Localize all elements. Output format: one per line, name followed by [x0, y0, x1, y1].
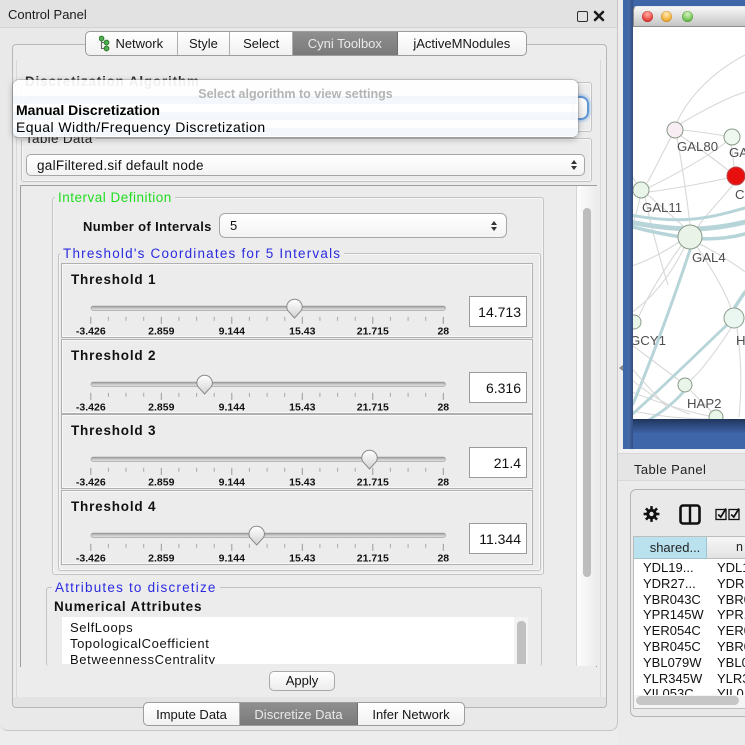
svg-text:28: 28	[437, 553, 449, 565]
svg-text:21.715: 21.715	[357, 477, 389, 489]
svg-text:15.43: 15.43	[289, 553, 315, 565]
svg-text:-3.426: -3.426	[76, 402, 106, 414]
svg-text:15.43: 15.43	[289, 402, 315, 414]
svg-text:-3.426: -3.426	[76, 553, 106, 565]
svg-text:28: 28	[437, 477, 449, 489]
svg-text:GAL11: GAL11	[642, 200, 682, 215]
svg-text:C: C	[735, 187, 745, 202]
svg-text:9.144: 9.144	[219, 553, 245, 565]
svg-text:21.715: 21.715	[357, 326, 389, 338]
svg-text:H: H	[736, 333, 745, 348]
svg-text:21.715: 21.715	[357, 402, 389, 414]
svg-text:9.144: 9.144	[219, 477, 245, 489]
svg-text:15.43: 15.43	[289, 477, 315, 489]
svg-text:-3.426: -3.426	[76, 326, 106, 338]
svg-text:-3.426: -3.426	[76, 477, 106, 489]
svg-text:HAP2: HAP2	[687, 396, 721, 411]
svg-text:28: 28	[437, 326, 449, 338]
svg-text:2.859: 2.859	[148, 553, 174, 565]
svg-text:2.859: 2.859	[148, 477, 174, 489]
svg-text:GAL80: GAL80	[677, 139, 718, 154]
svg-text:9.144: 9.144	[219, 326, 245, 338]
svg-text:9.144: 9.144	[219, 402, 245, 414]
svg-text:GAL4: GAL4	[692, 250, 726, 265]
svg-text:2.859: 2.859	[148, 326, 174, 338]
svg-text:21.715: 21.715	[357, 553, 389, 565]
svg-text:28: 28	[437, 402, 449, 414]
svg-text:15.43: 15.43	[289, 326, 315, 338]
svg-text:GA: GA	[729, 145, 745, 160]
svg-text:2.859: 2.859	[148, 402, 174, 414]
svg-text:GCY1: GCY1	[633, 333, 666, 348]
